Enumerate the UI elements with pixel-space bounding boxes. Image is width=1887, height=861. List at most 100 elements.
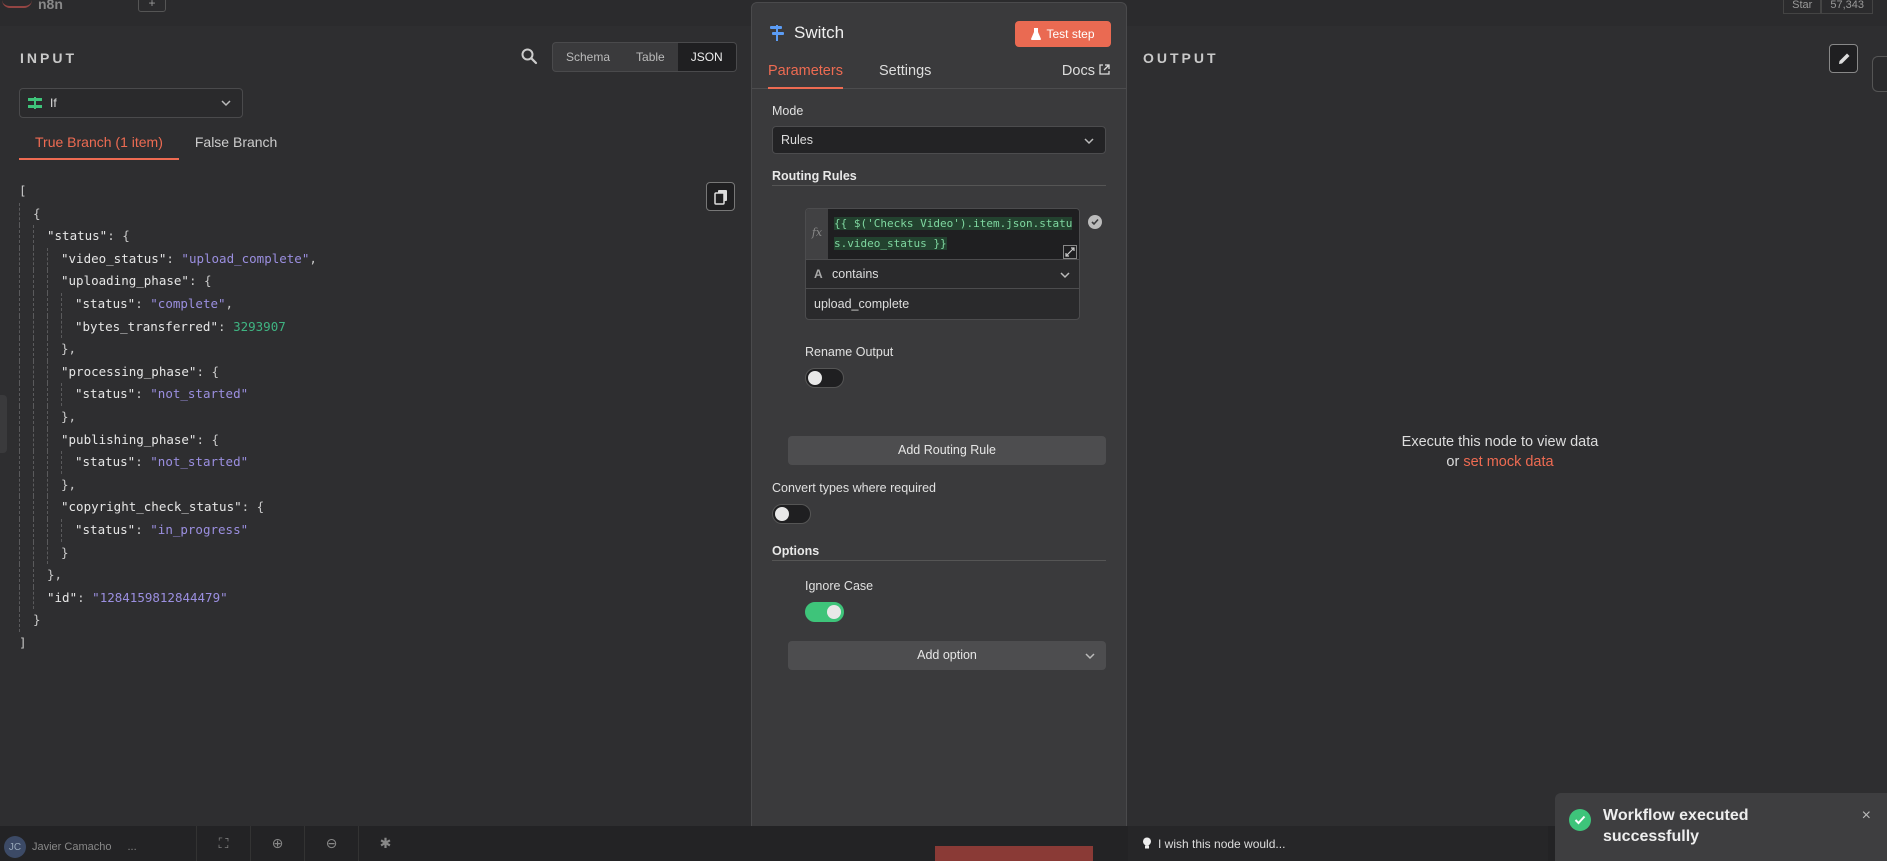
indent-guide <box>19 564 33 587</box>
docs-label: Docs <box>1061 63 1095 79</box>
indent-guide <box>47 247 61 271</box>
input-node-select[interactable]: If <box>19 88 243 118</box>
canvas-tools: ⛶ ⊕ ⊖ ✱ <box>196 826 412 861</box>
mode-select[interactable]: Rules <box>772 126 1106 154</box>
view-table-button[interactable]: Table <box>623 43 678 71</box>
indent-guide <box>19 338 33 361</box>
success-toast: Workflow executed successfully × <box>1555 793 1887 861</box>
switch-node-title[interactable]: Switch <box>794 23 844 43</box>
copy-json-button[interactable] <box>706 182 735 211</box>
search-icon[interactable] <box>520 47 538 65</box>
indent-guide <box>33 564 47 587</box>
indent-guide <box>19 405 33 429</box>
json-key: "status" <box>75 295 136 311</box>
string-type-icon: A <box>814 267 823 281</box>
n8n-logo-icon <box>2 0 32 8</box>
json-punctuation: : <box>218 318 234 334</box>
rule-value-input[interactable]: upload_complete <box>806 289 1079 319</box>
edit-output-button[interactable] <box>1829 44 1858 73</box>
json-punctuation: } <box>61 544 69 560</box>
avatar: JC <box>4 836 26 858</box>
tab-parameters[interactable]: Parameters <box>768 63 843 89</box>
indent-guide <box>19 270 33 293</box>
options-label: Options <box>772 544 820 558</box>
indent-guide <box>33 225 47 248</box>
test-step-button[interactable]: Test step <box>1015 21 1111 47</box>
add-workflow-button[interactable]: + <box>138 0 166 12</box>
json-key: "status" <box>75 454 136 470</box>
json-string-value: "not_started" <box>150 454 249 470</box>
output-panel-title: OUTPUT <box>1143 50 1219 66</box>
chevron-down-icon <box>1084 138 1094 145</box>
indent-guide <box>19 586 33 610</box>
json-punctuation: : { <box>107 228 130 244</box>
indent-guide <box>47 270 61 293</box>
docs-link[interactable]: Docs <box>1062 63 1110 79</box>
more-icon[interactable]: ... <box>127 841 136 853</box>
json-punctuation: [ <box>19 183 27 198</box>
json-line: }, <box>19 338 317 361</box>
json-line: }, <box>19 564 317 587</box>
add-routing-rule-button[interactable]: Add Routing Rule <box>788 436 1106 465</box>
left-edge-handle[interactable] <box>0 395 7 453</box>
execute-workflow-button[interactable] <box>935 846 1093 861</box>
indent-guide <box>19 292 33 316</box>
tab-true-branch[interactable]: True Branch (1 item) <box>19 134 179 160</box>
view-json-button[interactable]: JSON <box>677 43 736 71</box>
json-punctuation: { <box>33 205 41 221</box>
user-menu[interactable]: JC Javier Camacho ... <box>4 836 137 858</box>
convert-types-label: Convert types where required <box>772 481 936 495</box>
debug-bug-icon[interactable]: ✱ <box>358 826 412 861</box>
zoom-in-icon[interactable]: ⊕ <box>250 826 304 861</box>
indent-guide <box>47 428 61 452</box>
rename-output-toggle[interactable] <box>805 368 844 388</box>
close-icon[interactable]: × <box>1862 807 1871 825</box>
set-mock-data-link[interactable]: set mock data <box>1463 454 1553 470</box>
indent-guide <box>33 428 47 452</box>
input-node-select-value: If <box>50 96 57 110</box>
zoom-out-icon[interactable]: ⊖ <box>304 826 358 861</box>
output-empty-message: Execute this node to view data or set mo… <box>1300 432 1700 472</box>
indent-guide <box>33 383 47 406</box>
json-punctuation: , <box>225 295 234 311</box>
right-edge-tab[interactable] <box>1872 56 1887 92</box>
github-star-widget[interactable]: Star 57,343 <box>1783 0 1873 14</box>
indent-guide <box>33 541 47 565</box>
json-line: "status": "complete", <box>19 292 317 316</box>
json-punctuation: : <box>135 521 151 537</box>
success-check-icon <box>1569 809 1591 831</box>
rule-expression-input[interactable]: {{ $('Checks Video').item.json.status.vi… <box>828 209 1079 259</box>
chevron-down-icon <box>1085 653 1095 660</box>
json-string-value: "not_started" <box>150 386 249 402</box>
toggle-knob <box>827 605 841 619</box>
indent-guide <box>33 338 47 361</box>
indent-guide <box>47 292 61 316</box>
json-string-value: "1284159812844479" <box>92 589 228 605</box>
add-option-button[interactable]: Add option <box>788 641 1106 670</box>
ignore-case-toggle[interactable] <box>805 602 844 622</box>
indent-guide <box>19 496 33 519</box>
external-link-icon <box>1099 64 1110 75</box>
indent-guide <box>47 541 61 565</box>
rule-operator-select[interactable]: A contains <box>806 259 1079 289</box>
feedback-bar[interactable]: I wish this node would... <box>1128 826 1548 861</box>
convert-types-toggle[interactable] <box>772 504 811 524</box>
json-number-value: 3293907 <box>233 318 286 334</box>
indent-guide <box>33 405 47 429</box>
json-line: "id": "1284159812844479" <box>19 586 317 610</box>
tab-settings[interactable]: Settings <box>879 63 931 87</box>
json-punctuation: ] <box>19 634 27 650</box>
json-punctuation: : { <box>241 499 265 515</box>
json-punctuation: : { <box>196 363 220 379</box>
json-line: "status": "in_progress" <box>19 518 317 542</box>
fit-view-icon[interactable]: ⛶ <box>196 826 250 861</box>
indent-guide <box>47 383 61 406</box>
indent-guide <box>61 451 75 474</box>
json-key: "status" <box>47 228 108 244</box>
tab-false-branch[interactable]: False Branch <box>179 134 293 160</box>
expand-editor-icon[interactable] <box>1063 245 1077 259</box>
indent-guide <box>19 451 33 474</box>
indent-guide <box>61 383 75 406</box>
switch-node-panel: Switch Test step Parameters Settings Doc… <box>751 2 1127 848</box>
view-schema-button[interactable]: Schema <box>553 43 623 71</box>
